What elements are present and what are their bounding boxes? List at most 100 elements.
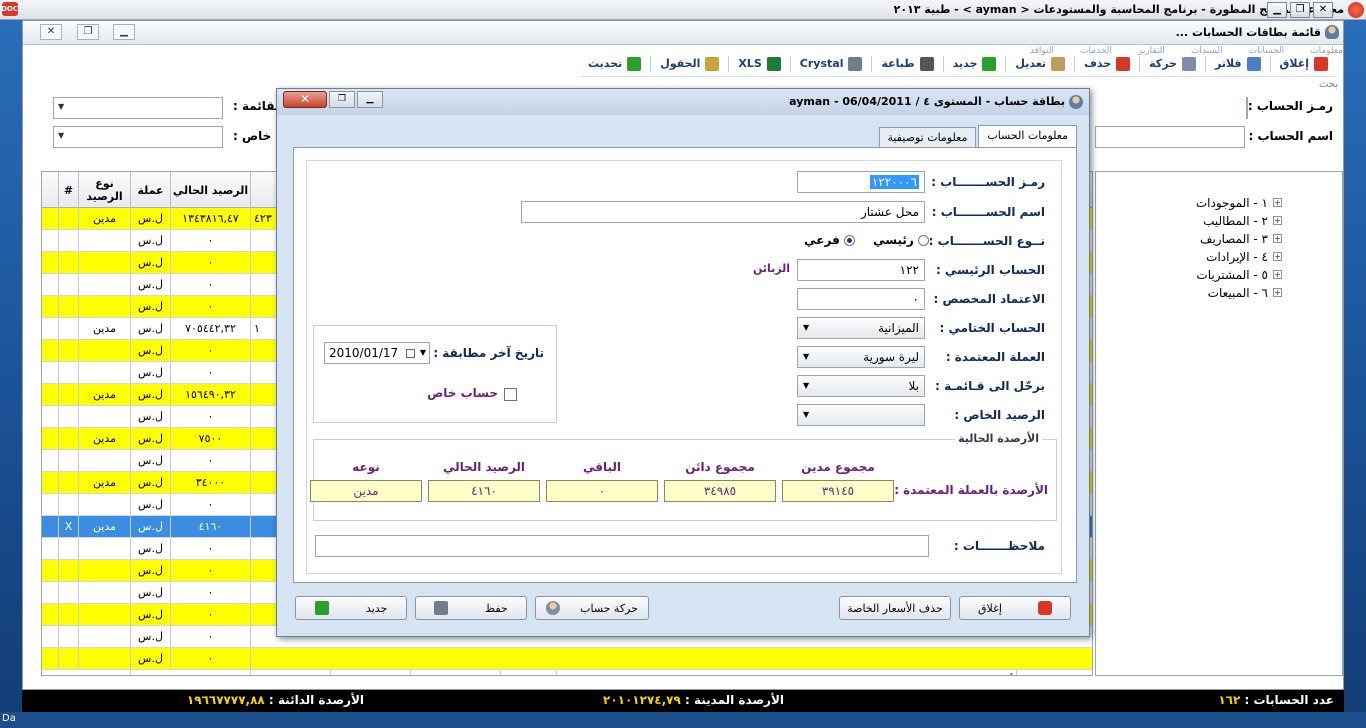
delete-special-prices-button[interactable]: حذف الأسعار الخاصة [839, 596, 951, 620]
tree-node[interactable]: +٦ - المبيعات [1096, 284, 1342, 302]
account-type-main-option[interactable]: رئيسي [873, 233, 929, 247]
cell-value [330, 670, 410, 675]
credit-limit-field[interactable]: ٠ [797, 288, 925, 310]
cell-balance-type: مدين [78, 516, 130, 537]
debit-balances: الأرصدة المدينة : ٢٠١٠١٢٧٤,٧٩ [603, 693, 784, 707]
tree-node[interactable]: +٤ - الإيرادات [1096, 248, 1342, 266]
save-icon [434, 601, 449, 615]
parent-account-link[interactable]: الزبائن [753, 262, 790, 275]
header-index[interactable]: # [58, 172, 78, 208]
outer-restore-button[interactable]: ❐ [1290, 2, 1310, 18]
dialog-maximize-button[interactable]: ❐ [329, 91, 355, 108]
balance-column-header: مجموع مدين [801, 460, 875, 474]
currency-select[interactable]: ليرة سورية ▼ [797, 346, 925, 368]
tree-node[interactable]: +١ - الموجودات [1096, 194, 1342, 212]
outer-close-button[interactable]: ✕ [1313, 2, 1333, 18]
taskbar-strip: Da [0, 712, 1366, 728]
outer-minimize-button[interactable]: ▁ [1267, 2, 1287, 18]
outer-titlebar: DOC مجموعة البرامج المطورة - برنامج المح… [0, 0, 1366, 20]
search-title: بحث [1318, 79, 1338, 90]
notes-field[interactable] [315, 535, 929, 557]
final-account-select[interactable]: الميزانية ▼ [797, 317, 925, 339]
toolbar-new-button[interactable]: جديد [946, 53, 1004, 75]
special-balance-select[interactable]: ▼ [797, 404, 925, 426]
expand-icon[interactable]: + [1273, 288, 1282, 297]
transfer-list-value: بلا [908, 379, 920, 393]
list-type-select[interactable] [53, 97, 223, 119]
toolbar-edit-button[interactable]: تعديل [1008, 53, 1072, 75]
final-account-value: الميزانية [878, 321, 919, 335]
cell-current-balance: ٠ [170, 626, 250, 647]
tree-node[interactable]: +٢ - المطاليب [1096, 212, 1342, 230]
accounts-tree[interactable]: +١ - الموجودات +٢ - المطاليب +٣ - المصاريف… [1095, 171, 1343, 676]
header-current-balance[interactable]: الرصيد الحالي [170, 172, 250, 208]
expand-icon[interactable]: + [1273, 270, 1282, 279]
cell-balance-type [78, 340, 130, 361]
account-code-input[interactable] [1246, 97, 1248, 119]
expand-icon[interactable]: + [1273, 234, 1282, 243]
tab-account-info[interactable]: معلومات الحساب [978, 125, 1077, 147]
printer-icon [919, 56, 934, 71]
expand-icon[interactable]: + [1273, 216, 1282, 225]
cell-currency: ل.س [130, 670, 170, 675]
toolbar-fields-button[interactable]: الحقول [653, 53, 726, 75]
debit-balances-label: الأرصدة المدينة : [685, 693, 784, 707]
header-balance-type[interactable]: نوع الرصيد [78, 172, 130, 208]
chevron-down-icon: ▼ [803, 381, 810, 390]
toolbar-xls-button[interactable]: XLS [731, 53, 787, 75]
cell-index [58, 450, 78, 471]
toolbar-print-button[interactable]: طباعة [874, 53, 940, 75]
plus-icon [982, 56, 997, 71]
cell-currency: ل.س [130, 472, 170, 493]
tree-node[interactable]: +٣ - المصاريف [1096, 230, 1342, 248]
account-movement-button[interactable]: حركة حساب [535, 596, 649, 620]
tree-node[interactable]: +٥ - المشتريات [1096, 266, 1342, 284]
chevron-down-icon: ▼ [803, 410, 810, 419]
expand-icon[interactable]: + [1273, 252, 1282, 261]
table-row[interactable]: ل.س٠ [42, 648, 1092, 670]
mdi-close-button[interactable]: ✕ [40, 24, 62, 40]
dialog-close-button[interactable]: إغلاق [959, 596, 1071, 620]
toolbar-filter-button[interactable]: فلاتر [1208, 53, 1268, 75]
power-icon [1314, 56, 1328, 71]
balance-column-header: الباقي [582, 460, 622, 474]
toolbar-move-button[interactable]: حركة [1142, 53, 1203, 75]
private-account-checkbox[interactable] [504, 388, 517, 401]
parent-account-field[interactable]: ١٢٢ [797, 259, 925, 281]
delete-x-icon [1116, 56, 1131, 71]
app-logo-icon [1348, 2, 1364, 18]
header-currency[interactable]: عملة [130, 172, 170, 208]
last-match-date-picker[interactable]: 2010/01/17 ▼ [324, 342, 430, 364]
save-button[interactable]: حفظ [415, 596, 527, 620]
account-code-field[interactable]: ١٢٢٠٠٠٦ [797, 171, 925, 193]
expand-icon[interactable]: + [1273, 198, 1282, 207]
toolbar-delete-button[interactable]: حذف [1077, 53, 1137, 75]
account-type-sub-option[interactable]: فرعي [804, 233, 855, 247]
table-row[interactable]: ل.س الميزانيةفرعيأبو عاطي١٢٢٠٠١١ [42, 670, 1092, 675]
tree-node-label: ١ - الموجودات [1195, 196, 1268, 210]
new-button[interactable]: جديد [295, 596, 407, 620]
account-name-field[interactable]: محل عشتار [521, 201, 925, 223]
radio-sub[interactable] [844, 235, 855, 246]
toolbar-crystal-button[interactable]: Crystal [793, 53, 870, 75]
cell-balance-type: مدين [78, 384, 130, 405]
mdi-minimize-button[interactable]: ▁ [113, 24, 135, 40]
dialog-close-button[interactable]: ✕ [283, 91, 327, 108]
cell-currency: ل.س [130, 494, 170, 515]
cell-balance-type [78, 252, 130, 273]
transfer-list-select[interactable]: بلا ▼ [797, 375, 925, 397]
taskbar-tab[interactable]: Da [2, 713, 16, 724]
dialog-minimize-button[interactable]: ▁ [357, 91, 383, 108]
mdi-restore-button[interactable]: ❐ [77, 24, 99, 40]
tab-descriptive-info[interactable]: معلومات توصيفية [878, 127, 977, 147]
balance-value-field: ٣٩١٤٥ [782, 480, 894, 502]
cell-account-code: ١٢٢٠٠١١ [1016, 670, 1092, 675]
cell-value [250, 670, 330, 675]
calendar-icon[interactable] [406, 349, 415, 358]
account-name-input[interactable] [1095, 126, 1245, 148]
radio-main[interactable] [918, 235, 929, 246]
toolbar-refresh-button[interactable]: تحديث [581, 53, 648, 75]
toolbar-close-button[interactable]: إغلاق [1273, 53, 1335, 75]
special-balance-select[interactable] [53, 126, 223, 148]
cell-current-balance: ٤١٦٠ [170, 516, 250, 537]
